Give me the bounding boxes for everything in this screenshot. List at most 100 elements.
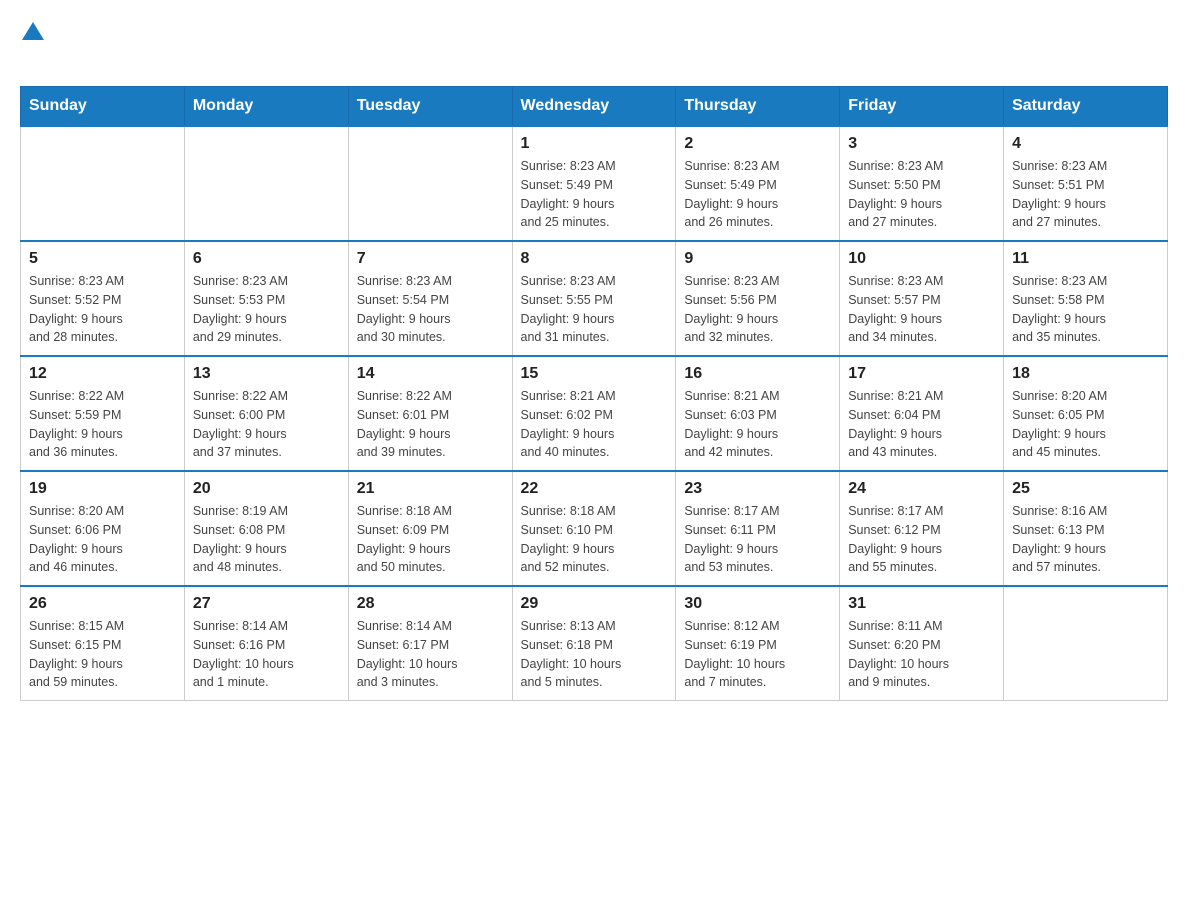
col-header-thursday: Thursday <box>676 87 840 127</box>
calendar-header-row: SundayMondayTuesdayWednesdayThursdayFrid… <box>21 87 1168 127</box>
calendar-cell: 11Sunrise: 8:23 AMSunset: 5:58 PMDayligh… <box>1004 241 1168 356</box>
calendar-cell: 2 Sunrise: 8:23 AMSunset: 5:49 PMDaylight… <box>676 126 840 241</box>
day-info: Sunrise: 8:22 AMSunset: 6:01 PMDaylight:… <box>357 387 504 462</box>
day-number: 1 <box>521 135 668 153</box>
logo-triangle-icon <box>22 20 44 42</box>
calendar-cell: 8 Sunrise: 8:23 AMSunset: 5:55 PMDaylight… <box>512 241 676 356</box>
day-number: 31 <box>848 595 995 613</box>
day-info: Sunrise: 8:23 AMSunset: 5:51 PMDaylight:… <box>1012 157 1159 232</box>
day-info: Sunrise: 8:17 AMSunset: 6:12 PMDaylight:… <box>848 502 995 577</box>
calendar-cell: 24 Sunrise: 8:17 AMSunset: 6:12 PMDayligh… <box>840 471 1004 586</box>
day-info: Sunrise: 8:23 AMSunset: 5:50 PMDaylight:… <box>848 157 995 232</box>
calendar-cell: 29 Sunrise: 8:13 AMSunset: 6:18 PMDayligh… <box>512 586 676 701</box>
day-info: Sunrise: 8:18 AMSunset: 6:10 PMDaylight:… <box>521 502 668 577</box>
day-number: 17 <box>848 365 995 383</box>
day-number: 18 <box>1012 365 1159 383</box>
calendar-cell: 7 Sunrise: 8:23 AMSunset: 5:54 PMDaylight… <box>348 241 512 356</box>
day-number: 13 <box>193 365 340 383</box>
week-row-2: 5 Sunrise: 8:23 AMSunset: 5:52 PMDaylight… <box>21 241 1168 356</box>
day-number: 14 <box>357 365 504 383</box>
calendar-cell: 9Sunrise: 8:23 AMSunset: 5:56 PMDaylight… <box>676 241 840 356</box>
day-number: 16 <box>684 365 831 383</box>
day-number: 7 <box>357 250 504 268</box>
day-info: Sunrise: 8:15 AMSunset: 6:15 PMDaylight:… <box>29 617 176 692</box>
day-number: 24 <box>848 480 995 498</box>
day-info: Sunrise: 8:13 AMSunset: 6:18 PMDaylight:… <box>521 617 668 692</box>
calendar-cell: 25 Sunrise: 8:16 AMSunset: 6:13 PMDayligh… <box>1004 471 1168 586</box>
day-info: Sunrise: 8:21 AMSunset: 6:02 PMDaylight:… <box>521 387 668 462</box>
page-header <box>20 20 1168 70</box>
day-info: Sunrise: 8:22 AMSunset: 5:59 PMDaylight:… <box>29 387 176 462</box>
week-row-4: 19 Sunrise: 8:20 AMSunset: 6:06 PMDayligh… <box>21 471 1168 586</box>
calendar-cell: 16 Sunrise: 8:21 AMSunset: 6:03 PMDayligh… <box>676 356 840 471</box>
day-info: Sunrise: 8:22 AMSunset: 6:00 PMDaylight:… <box>193 387 340 462</box>
day-info: Sunrise: 8:23 AMSunset: 5:55 PMDaylight:… <box>521 272 668 347</box>
col-header-monday: Monday <box>184 87 348 127</box>
logo <box>20 20 44 70</box>
calendar-cell <box>184 126 348 241</box>
day-number: 21 <box>357 480 504 498</box>
day-number: 27 <box>193 595 340 613</box>
day-number: 3 <box>848 135 995 153</box>
day-info: Sunrise: 8:23 AMSunset: 5:49 PMDaylight:… <box>684 157 831 232</box>
day-number: 5 <box>29 250 176 268</box>
col-header-wednesday: Wednesday <box>512 87 676 127</box>
day-number: 12 <box>29 365 176 383</box>
day-number: 30 <box>684 595 831 613</box>
calendar-cell: 5 Sunrise: 8:23 AMSunset: 5:52 PMDaylight… <box>21 241 185 356</box>
calendar-cell: 20Sunrise: 8:19 AMSunset: 6:08 PMDayligh… <box>184 471 348 586</box>
calendar-table: SundayMondayTuesdayWednesdayThursdayFrid… <box>20 86 1168 701</box>
day-info: Sunrise: 8:23 AMSunset: 5:53 PMDaylight:… <box>193 272 340 347</box>
col-header-saturday: Saturday <box>1004 87 1168 127</box>
calendar-cell: 19 Sunrise: 8:20 AMSunset: 6:06 PMDayligh… <box>21 471 185 586</box>
calendar-cell: 27 Sunrise: 8:14 AMSunset: 6:16 PMDayligh… <box>184 586 348 701</box>
calendar-cell: 13 Sunrise: 8:22 AMSunset: 6:00 PMDayligh… <box>184 356 348 471</box>
day-info: Sunrise: 8:23 AMSunset: 5:52 PMDaylight:… <box>29 272 176 347</box>
day-info: Sunrise: 8:11 AMSunset: 6:20 PMDaylight:… <box>848 617 995 692</box>
col-header-sunday: Sunday <box>21 87 185 127</box>
calendar-cell: 10Sunrise: 8:23 AMSunset: 5:57 PMDayligh… <box>840 241 1004 356</box>
calendar-cell: 6 Sunrise: 8:23 AMSunset: 5:53 PMDaylight… <box>184 241 348 356</box>
day-number: 2 <box>684 135 831 153</box>
calendar-cell <box>1004 586 1168 701</box>
calendar-cell: 23 Sunrise: 8:17 AMSunset: 6:11 PMDayligh… <box>676 471 840 586</box>
day-info: Sunrise: 8:21 AMSunset: 6:04 PMDaylight:… <box>848 387 995 462</box>
day-info: Sunrise: 8:16 AMSunset: 6:13 PMDaylight:… <box>1012 502 1159 577</box>
day-number: 23 <box>684 480 831 498</box>
day-info: Sunrise: 8:14 AMSunset: 6:17 PMDaylight:… <box>357 617 504 692</box>
calendar-cell: 31 Sunrise: 8:11 AMSunset: 6:20 PMDayligh… <box>840 586 1004 701</box>
day-info: Sunrise: 8:23 AMSunset: 5:54 PMDaylight:… <box>357 272 504 347</box>
day-info: Sunrise: 8:23 AMSunset: 5:57 PMDaylight:… <box>848 272 995 347</box>
week-row-1: 1 Sunrise: 8:23 AMSunset: 5:49 PMDaylight… <box>21 126 1168 241</box>
day-number: 11 <box>1012 250 1159 268</box>
calendar-cell: 15 Sunrise: 8:21 AMSunset: 6:02 PMDayligh… <box>512 356 676 471</box>
calendar-cell: 17 Sunrise: 8:21 AMSunset: 6:04 PMDayligh… <box>840 356 1004 471</box>
calendar-cell: 30Sunrise: 8:12 AMSunset: 6:19 PMDayligh… <box>676 586 840 701</box>
day-info: Sunrise: 8:18 AMSunset: 6:09 PMDaylight:… <box>357 502 504 577</box>
day-number: 22 <box>521 480 668 498</box>
calendar-cell: 14 Sunrise: 8:22 AMSunset: 6:01 PMDayligh… <box>348 356 512 471</box>
col-header-friday: Friday <box>840 87 1004 127</box>
day-info: Sunrise: 8:23 AMSunset: 5:56 PMDaylight:… <box>684 272 831 347</box>
day-info: Sunrise: 8:21 AMSunset: 6:03 PMDaylight:… <box>684 387 831 462</box>
day-number: 19 <box>29 480 176 498</box>
day-number: 25 <box>1012 480 1159 498</box>
day-info: Sunrise: 8:14 AMSunset: 6:16 PMDaylight:… <box>193 617 340 692</box>
day-number: 8 <box>521 250 668 268</box>
day-number: 29 <box>521 595 668 613</box>
day-info: Sunrise: 8:20 AMSunset: 6:05 PMDaylight:… <box>1012 387 1159 462</box>
calendar-cell: 21 Sunrise: 8:18 AMSunset: 6:09 PMDayligh… <box>348 471 512 586</box>
day-number: 6 <box>193 250 340 268</box>
calendar-cell: 12 Sunrise: 8:22 AMSunset: 5:59 PMDayligh… <box>21 356 185 471</box>
day-info: Sunrise: 8:23 AMSunset: 5:49 PMDaylight:… <box>521 157 668 232</box>
calendar-cell: 1 Sunrise: 8:23 AMSunset: 5:49 PMDaylight… <box>512 126 676 241</box>
calendar-cell: 18 Sunrise: 8:20 AMSunset: 6:05 PMDayligh… <box>1004 356 1168 471</box>
day-number: 28 <box>357 595 504 613</box>
week-row-3: 12 Sunrise: 8:22 AMSunset: 5:59 PMDayligh… <box>21 356 1168 471</box>
day-number: 4 <box>1012 135 1159 153</box>
day-number: 20 <box>193 480 340 498</box>
day-number: 15 <box>521 365 668 383</box>
day-info: Sunrise: 8:17 AMSunset: 6:11 PMDaylight:… <box>684 502 831 577</box>
day-number: 26 <box>29 595 176 613</box>
day-info: Sunrise: 8:20 AMSunset: 6:06 PMDaylight:… <box>29 502 176 577</box>
